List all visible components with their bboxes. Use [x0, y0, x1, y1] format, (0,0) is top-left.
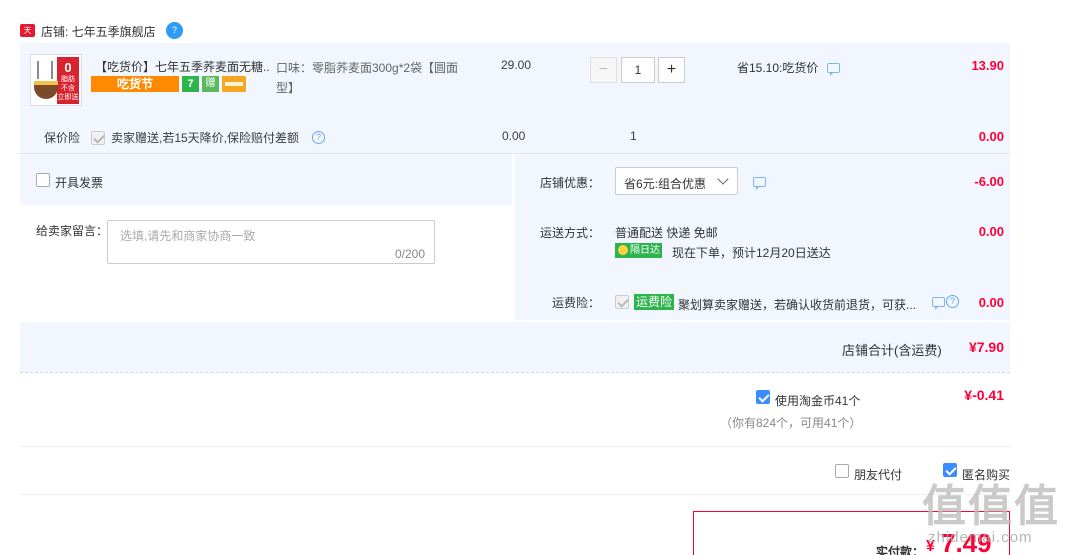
saving-text: 省15.10:吃货价 [737, 61, 819, 75]
chevron-down-icon [717, 173, 729, 185]
card-stripe [225, 82, 243, 86]
shop-name[interactable]: 店铺: 七年五季旗舰店 [41, 23, 156, 40]
friend-pay-checkbox[interactable] [835, 464, 849, 478]
next-day-tag: 隔日达 [615, 243, 662, 258]
coins-divider [20, 446, 1010, 447]
watermark-glyph-1: 值 [922, 482, 966, 531]
promo-tag: 吃货节 [91, 76, 179, 92]
card-pay-icon [222, 76, 246, 92]
message-label: 给卖家留言： [36, 224, 109, 238]
gift-badge: 赠 [202, 76, 219, 92]
qty-minus-button[interactable]: − [590, 57, 617, 83]
chopsticks-icon [37, 61, 53, 79]
insurance-subtotal: 0.00 [978, 129, 1004, 144]
tmall-badge: 天猫 [20, 24, 35, 48]
qty-plus-button[interactable]: + [658, 57, 685, 83]
next-day-tag-text: 隔日达 [630, 245, 660, 256]
coins-checkbox[interactable] [756, 390, 770, 404]
shop-total-label: 店铺合计(含运费) [842, 343, 942, 358]
freight-insurance-checkbox[interactable] [615, 295, 629, 309]
thumb-text-3: 立即送 [57, 94, 79, 101]
thumb-text-2: 不含 [61, 85, 75, 92]
seven-day-return-badge: 7 [182, 76, 199, 92]
friend-pay-label[interactable]: 朋友代付 [854, 466, 902, 483]
item-subtotal: 13.90 [971, 58, 1004, 73]
message-placeholder: 选填,请先和商家协商一致 [120, 229, 256, 243]
freight-insurance-tag: 运费险 [634, 294, 675, 310]
message-textarea[interactable]: 选填,请先和商家协商一致 0/200 [107, 220, 435, 264]
freight-insurance-desc: 聚划算卖家赠送，若确认收货前退货，可获... [678, 298, 917, 312]
shipping-amount: 0.00 [978, 224, 1004, 239]
shipping-label: 运送方式： [540, 226, 601, 240]
qty-input[interactable]: 1 [621, 57, 655, 83]
freight-info-icon[interactable] [932, 297, 945, 310]
insurance-help-icon[interactable]: ? [312, 131, 325, 144]
saving-info-icon[interactable] [827, 63, 840, 76]
coins-hint: （你有824个，可用41个） [720, 416, 862, 430]
thumb-red-panel: 0 脂肪 不含 立即送 [57, 57, 79, 104]
unit-price: 29.00 [501, 58, 532, 72]
freight-insurance-label: 运费险： [552, 296, 601, 310]
shop-total-amount: ¥7.90 [968, 339, 1004, 355]
product-title[interactable]: 【吃货价】七年五季荞麦面无糖... [95, 58, 270, 75]
insurance-desc: 卖家赠送,若15天降价,保险赔付差额 [111, 131, 300, 145]
divider [20, 153, 1010, 154]
noodle-bowl-icon [34, 81, 58, 99]
watermark-glyph-2: 值 [968, 482, 1012, 531]
thumb-text-1: 脂肪 [61, 76, 75, 83]
discount-info-icon[interactable] [753, 177, 766, 190]
sku-text: 口味：零脂荞麦面300g*2袋【圆面型】 [276, 61, 459, 95]
insurance-qty: 1 [630, 129, 637, 143]
invoice-label[interactable]: 开具发票 [55, 174, 103, 191]
insurance-price: 0.00 [502, 129, 526, 143]
insurance-label: 保价险 [44, 131, 81, 145]
product-thumbnail[interactable]: 0 脂肪 不含 立即送 [30, 54, 82, 106]
shipping-method: 普通配送 快递 免邮 [615, 226, 718, 240]
watermark-glyph-3: 值 [1014, 482, 1058, 531]
watermark-url: zhidemai.com [928, 529, 1033, 546]
coins-amount: ¥-0.41 [964, 387, 1004, 403]
freight-help-icon[interactable]: ? [946, 295, 959, 308]
shop-discount-amount: -6.00 [974, 174, 1004, 189]
wangwang-chat-icon[interactable]: ? [166, 22, 183, 39]
thumb-text-0: 0 [64, 60, 72, 75]
coins-label[interactable]: 使用淘金币41个 [775, 392, 860, 409]
options-divider [20, 494, 1010, 495]
shipping-eta: 现在下单，预计12月20日送达 [672, 246, 831, 260]
shop-total-divider [20, 372, 1010, 373]
shop-discount-label: 店铺优惠： [540, 176, 601, 190]
watermark-logo: 值 值 值 [922, 470, 1062, 531]
invoice-checkbox[interactable] [36, 173, 50, 187]
insurance-checkbox[interactable] [91, 131, 105, 145]
freight-insurance-amount: 0.00 [978, 295, 1004, 310]
pay-label: 实付款： [876, 545, 925, 555]
message-counter: 0/200 [394, 247, 425, 261]
shop-discount-value: 省6元:组合优惠 [624, 177, 707, 191]
shop-discount-select[interactable]: 省6元:组合优惠 [615, 167, 738, 195]
lightning-icon [618, 245, 628, 255]
